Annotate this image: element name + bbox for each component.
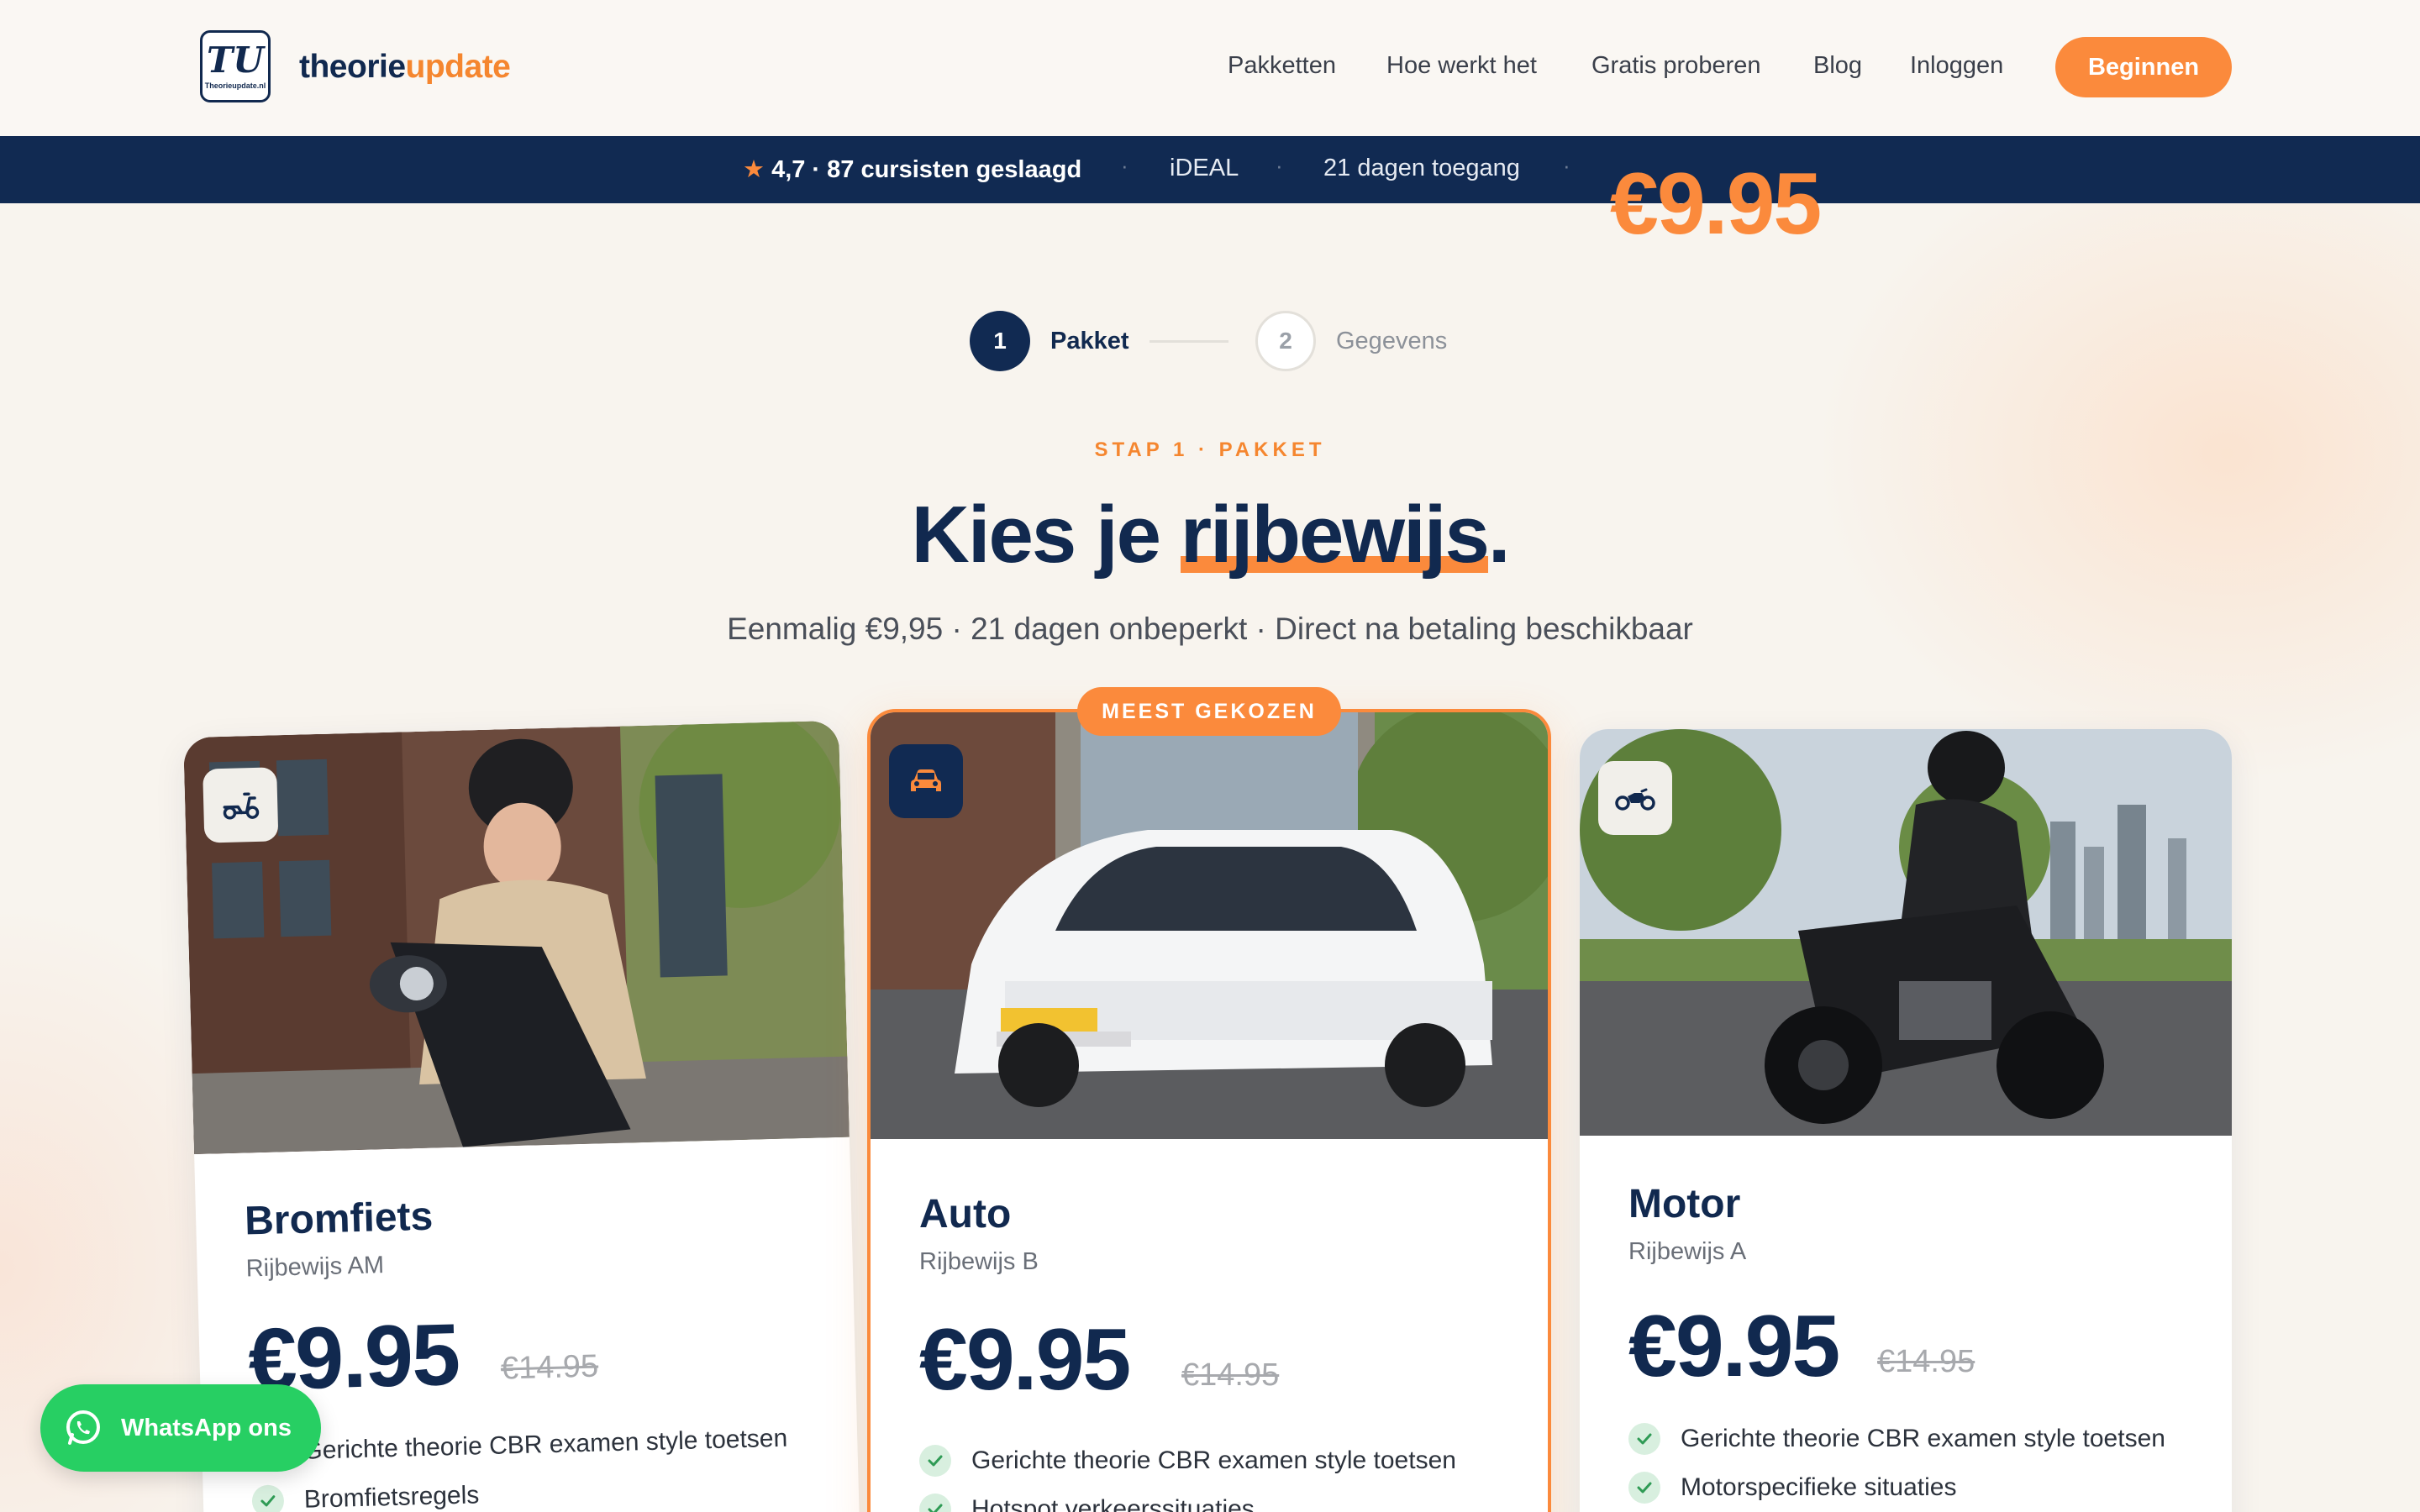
package-card-motor[interactable]: Motor Rijbewijs A €9.95 €14.95 Gerichte … [1580,729,2232,1512]
title-highlight: rijbewijs [1180,489,1490,581]
feature-item: Bromfietsregels [251,1479,480,1512]
feature-text: Gerichte theorie CBR examen style toetse… [1681,1425,2165,1452]
logo-small-text: Theorieupdate.nl [204,81,266,90]
feature-text: Hotspot verkeerssituaties [971,1495,1255,1512]
rating-text: 4,7 · 87 cursisten geslaagd [771,156,1082,183]
card-title: Motor [1628,1182,1741,1226]
most-chosen-badge: MEEST GEKOZEN [1077,687,1341,736]
motorcycle-photo [1580,729,2232,1136]
page-subtitle: Eenmalig €9,95 · 21 dagen onbeperkt · Di… [727,612,1693,646]
step-1-circle[interactable]: 1 [970,311,1030,371]
whatsapp-icon [66,1410,100,1445]
whatsapp-button[interactable]: WhatsApp ons [40,1384,321,1472]
card-subtitle: Rijbewijs A [1628,1238,1747,1265]
card-price: €9.95 [1628,1298,1840,1395]
step-2-label: Gegevens [1336,328,1448,354]
card-price: €9.95 [919,1311,1131,1409]
step-1-label: Pakket [1050,328,1129,354]
separator-dot: · [1563,153,1570,178]
scooter-photo [183,720,850,1155]
payment-method: iDEAL [1170,155,1239,181]
car-icon [889,744,963,818]
nav-inloggen[interactable]: Inloggen [1910,52,2003,80]
page-title: Kies je rijbewijs. [0,489,2420,581]
trust-bar: ★ 4,7 · 87 cursisten geslaagd · iDEAL · … [0,136,2420,253]
feature-item: Gerichte theorie CBR examen style toetse… [250,1423,788,1469]
check-icon [919,1494,951,1512]
logo-monogram: TU [207,39,264,81]
feature-item: Hotspot verkeerssituaties [919,1494,1255,1512]
feature-item: Gerichte theorie CBR examen style toetse… [1628,1423,2165,1455]
rating-item: ★ 4,7 · 87 cursisten geslaagd [743,155,1081,184]
title-end: . [1487,490,1511,580]
logo[interactable]: TU Theorieupdate.nl [200,30,271,102]
feature-text: Gerichte theorie CBR examen style toetse… [971,1446,1456,1474]
feature-item: Motorspecifieke situaties [1628,1472,1956,1504]
brand-name[interactable]: theorieupdate [299,49,511,86]
begin-button[interactable]: Beginnen [2055,37,2232,97]
card-old-price: €14.95 [1181,1357,1280,1393]
scooter-icon [203,767,279,843]
separator-dot: · [1121,153,1128,178]
card-title: Bromfiets [244,1194,434,1244]
check-icon [251,1484,285,1512]
step-eyebrow: STAP 1 · PAKKET [1094,438,1326,461]
check-icon [1628,1472,1660,1504]
access-duration: 21 dagen toegang [1323,155,1520,181]
feature-text: Bromfietsregels [303,1481,480,1512]
brand-name-part2: update [405,49,511,85]
star-icon: ★ [743,156,765,183]
check-icon [919,1445,951,1477]
whatsapp-label: WhatsApp ons [121,1414,292,1441]
card-subtitle: Rijbewijs B [919,1248,1039,1275]
car-photo [871,712,1548,1139]
card-old-price: €14.95 [1877,1344,1975,1379]
check-icon [1628,1423,1660,1455]
nav-gratis-proberen[interactable]: Gratis proberen [1591,52,1761,80]
card-title: Auto [919,1192,1012,1236]
trust-price: €9.95 [1610,155,1822,253]
feature-text: Gerichte theorie CBR examen style toetse… [302,1424,788,1465]
feature-item: Gerichte theorie CBR examen style toetse… [919,1445,1456,1477]
card-subtitle: Rijbewijs AM [245,1252,385,1283]
nav-pakketten[interactable]: Pakketten [1228,52,1336,80]
site-header: TU Theorieupdate.nl theorieupdate Pakket… [0,0,2420,136]
nav-blog[interactable]: Blog [1813,52,1862,80]
title-part1: Kies je [911,490,1181,580]
motorcycle-icon [1598,761,1672,835]
separator-dot: · [1276,153,1283,178]
card-old-price: €14.95 [500,1348,599,1387]
brand-name-part1: theorie [299,49,406,85]
title-highlight-text: rijbewijs [1180,490,1490,580]
feature-text: Motorspecifieke situaties [1681,1473,1957,1501]
step-connector [1150,340,1228,343]
package-card-auto[interactable]: Auto Rijbewijs B €9.95 €14.95 Gerichte t… [867,709,1551,1512]
nav-hoe-werkt-het[interactable]: Hoe werkt het [1386,52,1537,80]
step-2-circle[interactable]: 2 [1255,311,1316,371]
